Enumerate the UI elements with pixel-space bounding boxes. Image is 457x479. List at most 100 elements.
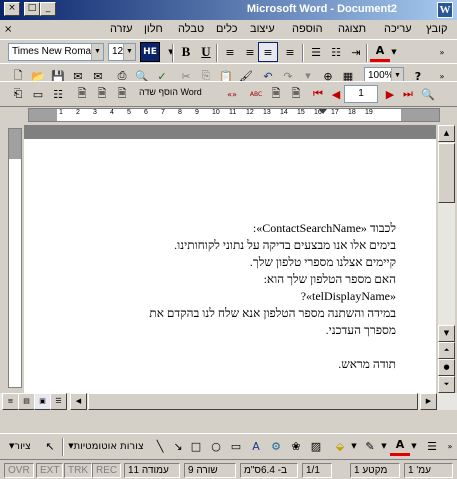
rectangle-tool-icon[interactable]: □ xyxy=(186,436,206,456)
maximize-button[interactable]: □ xyxy=(24,2,40,16)
last-record-icon[interactable]: ⏭ xyxy=(398,84,418,104)
horizontal-scroll-thumb[interactable] xyxy=(88,393,418,410)
wordart-icon[interactable]: A xyxy=(246,436,266,456)
vertical-ruler[interactable] xyxy=(8,128,22,388)
find-entry-icon[interactable]: 🔍 xyxy=(418,84,438,104)
align-center-icon[interactable]: ≡ xyxy=(240,42,260,62)
document-line[interactable]: לכבוד «ContactSearchName»: xyxy=(253,221,396,236)
document-line[interactable]: «telDisplayName»? xyxy=(301,289,396,304)
line-color-icon[interactable]: ✎ xyxy=(360,436,380,456)
line-color-dropdown-icon[interactable]: ▼ xyxy=(378,436,390,456)
title-bar[interactable]: W Microsoft Word - Document2 × □ _ xyxy=(0,0,457,20)
minimize-button[interactable]: _ xyxy=(40,2,56,16)
clip-art-icon[interactable]: ❀ xyxy=(286,436,306,456)
document-close-icon[interactable]: × xyxy=(4,24,12,35)
menu-insert[interactable]: הוספה xyxy=(292,23,323,35)
main-document-setup-icon[interactable]: ⎗ xyxy=(8,84,28,104)
scroll-left-icon[interactable]: ◀ xyxy=(70,393,87,410)
word-app-icon[interactable]: W xyxy=(437,2,453,18)
previous-page-icon[interactable]: ⏶ xyxy=(438,342,455,359)
document-line[interactable]: קיימים אצלנו מספרי טלפון שלך. xyxy=(250,255,396,270)
language-button[interactable]: HE xyxy=(140,42,160,62)
previous-record-icon[interactable]: ◀ xyxy=(326,84,346,104)
document-page[interactable]: לכבוד «ContactSearchName»: בימים אלו אנו… xyxy=(24,139,436,393)
status-ext[interactable]: EXT xyxy=(36,463,64,478)
insert-greeting-line-icon[interactable]: 🗎 xyxy=(92,84,112,104)
menu-help[interactable]: עזרה xyxy=(110,23,132,35)
drawing-font-color-dropdown-icon[interactable]: ▼ xyxy=(408,436,420,456)
web-layout-view-icon[interactable]: ▤ xyxy=(18,393,35,410)
next-record-icon[interactable]: ▶ xyxy=(380,84,400,104)
menu-window[interactable]: חלון xyxy=(144,23,163,35)
status-ovr[interactable]: OVR xyxy=(4,463,34,478)
print-layout-view-icon[interactable]: ▣ xyxy=(34,393,51,410)
numbering-icon[interactable]: ☰ xyxy=(306,42,326,62)
indent-icon[interactable]: ⇥ xyxy=(346,42,366,62)
scroll-down-icon[interactable]: ▼ xyxy=(438,325,455,342)
document-line[interactable]: תודה מראש. xyxy=(338,357,396,372)
insert-picture-icon[interactable]: ▨ xyxy=(306,436,326,456)
normal-view-icon[interactable]: ≡ xyxy=(2,393,19,410)
outline-view-icon[interactable]: ☰ xyxy=(50,393,67,410)
toolbar-options-icon[interactable]: » xyxy=(432,42,452,62)
insert-address-block-icon[interactable]: 🗎 xyxy=(72,84,92,104)
scroll-up-icon[interactable]: ▲ xyxy=(438,125,455,142)
document-line[interactable]: מספרך העדכני. xyxy=(326,323,396,338)
ruler-number: 11 xyxy=(229,109,237,116)
text-box-icon[interactable]: ▭ xyxy=(226,436,246,456)
status-rec[interactable]: REC xyxy=(92,463,122,478)
line-style-icon[interactable]: ☰ xyxy=(422,436,442,456)
select-browse-object-icon[interactable]: ● xyxy=(438,359,455,376)
fill-color-dropdown-icon[interactable]: ▼ xyxy=(348,436,360,456)
match-fields-icon[interactable]: 🗎 xyxy=(266,84,286,104)
line-tool-icon[interactable]: ╲ xyxy=(150,436,170,456)
diagram-icon[interactable]: ⚙ xyxy=(266,436,286,456)
underline-button[interactable]: U xyxy=(196,42,216,62)
font-name-combo[interactable]: Times New Roman ▼ xyxy=(8,43,104,61)
horizontal-ruler[interactable]: 1 2 3 4 5 6 7 8 9 10 11 12 13 14 15 16 1… xyxy=(28,108,440,122)
justify-icon[interactable]: ≡ xyxy=(280,42,300,62)
status-trk[interactable]: TRK xyxy=(64,463,92,478)
menu-table[interactable]: טבלה xyxy=(178,23,204,35)
menu-tools[interactable]: כלים xyxy=(216,23,237,35)
font-color-button[interactable]: A xyxy=(370,42,390,62)
toolbar-options-icon[interactable]: » xyxy=(440,436,457,456)
indent-marker-icon[interactable] xyxy=(319,109,327,114)
bold-button[interactable]: B xyxy=(176,42,196,62)
document-line[interactable]: האם מספר הטלפון שלך הוא: xyxy=(264,272,396,287)
oval-tool-icon[interactable]: ○ xyxy=(206,436,226,456)
menu-edit[interactable]: עריכה xyxy=(384,23,412,35)
arrow-tool-icon[interactable]: ↘ xyxy=(168,436,188,456)
drawing-font-color-icon[interactable]: A xyxy=(390,436,410,456)
record-number-field[interactable]: 1 xyxy=(344,85,378,103)
scroll-right-icon[interactable]: ▶ xyxy=(420,393,437,410)
menu-file[interactable]: קובץ xyxy=(426,23,447,35)
open-data-source-icon[interactable]: ▭ xyxy=(28,84,48,104)
next-page-icon[interactable]: ⏷ xyxy=(438,376,455,393)
draw-menu-button[interactable]: ▼ ציור xyxy=(4,436,36,456)
horizontal-scrollbar[interactable]: ≡ ▤ ▣ ☰ ◀ ▶ xyxy=(0,393,457,410)
document-line[interactable]: במידה והשתנה מספר הטלפון אנא שלח לנו בהק… xyxy=(149,306,396,321)
view-merged-data-button[interactable]: «» xyxy=(222,84,242,104)
select-objects-icon[interactable]: ↖ xyxy=(40,436,60,456)
align-left-icon[interactable]: ≡ xyxy=(220,42,240,62)
scroll-thumb[interactable] xyxy=(438,143,455,203)
insert-word-field-button[interactable]: הוסף שדה Word xyxy=(136,85,208,103)
menu-format[interactable]: עיצוב xyxy=(250,23,275,35)
highlight-merge-fields-button[interactable]: ABC xyxy=(246,84,266,104)
font-color-dropdown-icon[interactable]: ▼ xyxy=(388,42,400,62)
insert-merge-fields-icon[interactable]: 🗎 xyxy=(112,84,132,104)
document-area[interactable]: לכבוד «ContactSearchName»: בימים אלו אנו… xyxy=(24,125,436,393)
close-button[interactable]: × xyxy=(4,2,20,16)
fill-color-icon[interactable]: ⬙ xyxy=(330,436,350,456)
vertical-scrollbar[interactable]: ▲ ▼ ⏶ ● ⏷ xyxy=(438,125,455,393)
align-right-icon[interactable]: ≡ xyxy=(258,42,278,62)
mail-merge-recipients-icon[interactable]: ☷ xyxy=(48,84,68,104)
menu-view[interactable]: תצוגה xyxy=(338,23,366,35)
first-record-icon[interactable]: ⏮ xyxy=(308,84,328,104)
propagate-labels-icon[interactable]: 🗎 xyxy=(286,84,306,104)
document-line[interactable]: בימים אלו אנו מבצעים בדיקה על נתוני לקוח… xyxy=(174,238,396,253)
font-size-combo[interactable]: 12 ▼ xyxy=(108,43,136,61)
bullets-icon[interactable]: ☷ xyxy=(326,42,346,62)
autoshapes-menu-button[interactable]: ▼ צורות אוטומטיות xyxy=(66,436,146,456)
